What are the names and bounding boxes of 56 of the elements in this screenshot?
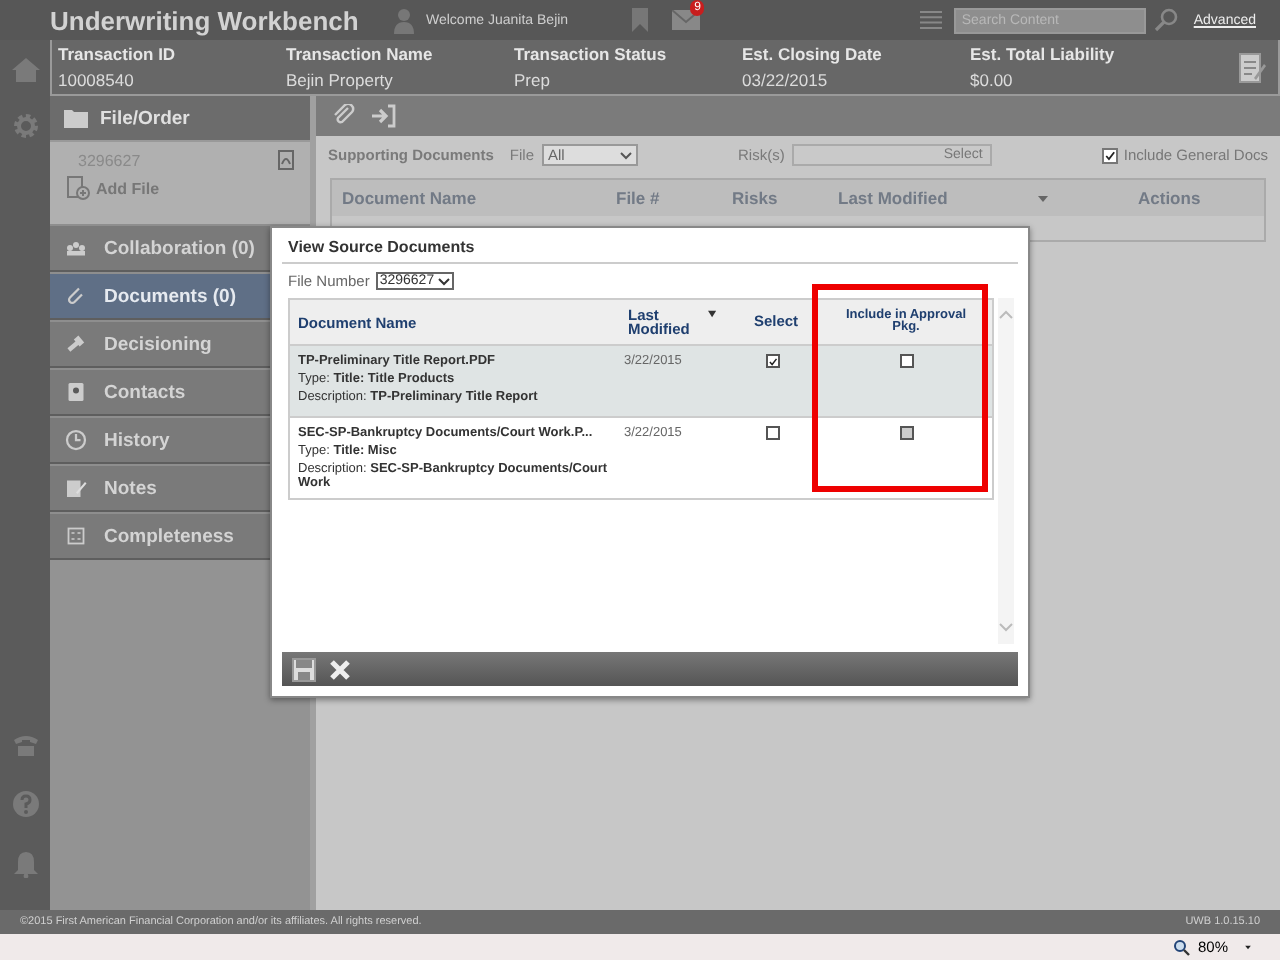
save-icon[interactable] — [292, 657, 316, 681]
settings-icon[interactable] — [11, 112, 39, 140]
add-file-icon — [66, 176, 90, 200]
sign-in-icon[interactable] — [372, 104, 396, 128]
file-order-header[interactable]: File/Order — [50, 96, 310, 142]
menu-icon[interactable] — [919, 10, 942, 30]
dialog-title: View Source Documents — [282, 236, 1018, 264]
field-label: Est. Closing Date — [742, 44, 884, 64]
scroll-down-icon[interactable] — [998, 622, 1014, 632]
field-label: Transaction ID — [58, 44, 178, 64]
sidebar-icon — [64, 332, 88, 356]
phone-icon[interactable] — [11, 730, 39, 758]
user-icon — [394, 7, 414, 33]
caret-icon — [438, 277, 451, 285]
include-checkbox[interactable] — [899, 354, 913, 368]
pdf-icon[interactable] — [278, 150, 294, 170]
sidebar-icon — [64, 236, 88, 260]
sidebar-icon — [64, 428, 88, 452]
caret-icon — [620, 151, 633, 159]
field-label: Est. Total Liability — [970, 44, 1117, 64]
field-value: 10008540 — [58, 70, 136, 90]
field-value: Bejin Property — [286, 70, 395, 90]
folder-icon — [64, 108, 88, 128]
column-header[interactable]: Document Name — [342, 188, 616, 208]
scroll-up-icon[interactable] — [998, 310, 1014, 320]
scrollbar[interactable] — [998, 298, 1014, 644]
select-checkbox[interactable] — [765, 426, 779, 440]
close-icon[interactable] — [328, 657, 352, 681]
sidebar-icon — [64, 380, 88, 404]
help-icon[interactable] — [11, 790, 39, 818]
sort-icon[interactable] — [707, 309, 716, 317]
select-checkbox[interactable] — [765, 354, 779, 368]
column-header[interactable]: Actions — [1138, 188, 1264, 208]
field-value: 03/22/2015 — [742, 70, 830, 90]
column-header[interactable]: Risks — [732, 188, 838, 208]
bell-icon[interactable] — [11, 850, 39, 878]
document-edit-icon[interactable] — [1238, 51, 1266, 83]
column-header[interactable]: Last Modified — [838, 188, 1038, 208]
add-file-button[interactable]: Add File — [66, 176, 294, 200]
sidebar-icon — [64, 284, 88, 308]
field-label: Transaction Status — [514, 44, 669, 64]
app-title: Underwriting Workbench — [50, 5, 361, 35]
sidebar-icon — [64, 476, 88, 500]
field-value: Prep — [514, 70, 552, 90]
zoom-icon — [1173, 939, 1190, 955]
bookmark-icon[interactable] — [632, 8, 649, 32]
field-value: $0.00 — [970, 70, 1015, 90]
include-checkbox[interactable] — [899, 426, 913, 440]
field-label: Transaction Name — [286, 44, 435, 64]
paperclip-icon[interactable] — [332, 104, 356, 128]
column-header[interactable]: File # — [616, 188, 732, 208]
home-icon[interactable] — [11, 56, 39, 84]
include-general-docs-checkbox[interactable] — [1101, 147, 1118, 163]
sidebar-icon — [64, 524, 88, 548]
mail-icon[interactable] — [672, 10, 701, 30]
search-icon[interactable] — [1153, 8, 1178, 32]
